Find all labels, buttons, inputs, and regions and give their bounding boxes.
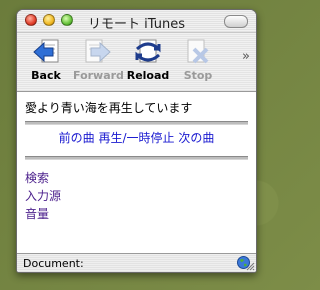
playback-controls: 前の曲 再生/一時停止 次の曲 bbox=[17, 129, 256, 146]
stop-button[interactable]: Stop bbox=[173, 37, 223, 82]
title-bar[interactable]: リモート iTunes bbox=[17, 10, 256, 33]
status-bar: Document: bbox=[17, 253, 256, 272]
page-content: 愛より青い海を再生しています 前の曲 再生/一時停止 次の曲 検索 入力源 音量 bbox=[17, 92, 256, 251]
reload-label: Reload bbox=[126, 69, 170, 82]
reload-icon bbox=[135, 39, 161, 63]
back-arrow-icon bbox=[33, 39, 59, 63]
forward-label: Forward bbox=[73, 69, 124, 82]
status-label: Document: bbox=[23, 257, 84, 270]
input-source-link[interactable]: 入力源 bbox=[25, 187, 61, 205]
next-track-link[interactable]: 次の曲 bbox=[178, 131, 214, 145]
back-label: Back bbox=[31, 69, 61, 82]
search-link[interactable]: 検索 bbox=[25, 169, 61, 187]
volume-link[interactable]: 音量 bbox=[25, 205, 61, 223]
toolbar: Back Forward Reload Stop » bbox=[17, 33, 256, 92]
play-pause-link[interactable]: 再生/一時停止 bbox=[98, 131, 174, 145]
previous-track-link[interactable]: 前の曲 bbox=[59, 131, 95, 145]
stop-icon bbox=[187, 39, 209, 64]
back-button[interactable]: Back bbox=[21, 37, 71, 82]
divider bbox=[25, 156, 248, 160]
menu-links: 検索 入力源 音量 bbox=[25, 169, 61, 223]
stop-label: Stop bbox=[183, 69, 213, 82]
resize-grip-icon[interactable] bbox=[246, 262, 255, 271]
window-title: リモート iTunes bbox=[88, 17, 185, 32]
browser-window: リモート iTunes Back Forward Reload Stop » 愛… bbox=[16, 9, 257, 273]
toolbar-overflow-icon[interactable]: » bbox=[242, 49, 250, 64]
forward-arrow-icon bbox=[85, 39, 111, 63]
divider bbox=[25, 121, 248, 125]
toolbar-toggle-button[interactable] bbox=[224, 15, 248, 28]
now-playing-text: 愛より青い海を再生しています bbox=[25, 101, 193, 115]
forward-button[interactable]: Forward bbox=[73, 37, 124, 82]
reload-button[interactable]: Reload bbox=[123, 37, 173, 82]
